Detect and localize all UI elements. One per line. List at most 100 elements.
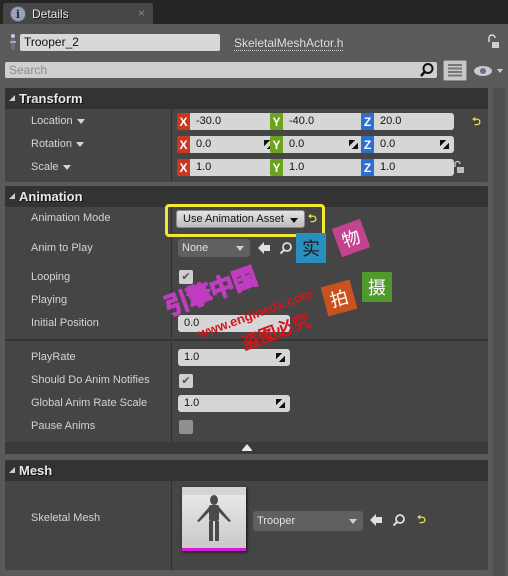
tab-title: Details <box>32 7 69 21</box>
axis-y-label: Y <box>270 159 283 176</box>
collapse-arrow-icon <box>9 192 15 199</box>
playrate-field[interactable]: 1.0 <box>178 349 290 366</box>
initial-position-label: Initial Position <box>31 317 99 329</box>
anim-to-play-value: None <box>182 242 209 254</box>
location-label[interactable]: Location <box>31 115 85 127</box>
anim-to-play-label: Anim to Play <box>31 242 93 254</box>
global-rate-value: 1.0 <box>184 397 200 409</box>
reset-to-default-icon[interactable]: ⮌ <box>417 515 428 526</box>
rotation-y-field[interactable]: 0.0 <box>283 136 363 153</box>
location-x[interactable]: X -30.0 <box>177 113 278 130</box>
anim-notifies-label: Should Do Anim Notifies <box>31 374 150 386</box>
collapse-line <box>242 450 252 451</box>
animation-title: Animation <box>19 189 83 204</box>
rotation-y-value: 0.0 <box>289 138 305 150</box>
mesh-header[interactable]: Mesh <box>5 460 488 481</box>
actor-name-input[interactable]: Trooper_2 <box>20 34 220 51</box>
rotation-label[interactable]: Rotation <box>31 138 84 150</box>
spin-icon[interactable] <box>349 140 358 149</box>
playrate-value: 1.0 <box>184 351 200 363</box>
scale-z-field[interactable]: 1.0 <box>374 159 454 176</box>
rotation-z-field[interactable]: 0.0 <box>374 136 454 153</box>
skeletal-mesh-thumbnail[interactable] <box>182 487 246 551</box>
property-matrix-button[interactable] <box>443 60 467 81</box>
trooper-figure-icon <box>197 495 231 541</box>
transform-title: Transform <box>19 91 83 106</box>
scale-lock-icon[interactable] <box>453 160 465 174</box>
search-input[interactable]: Search <box>5 62 437 78</box>
scale-x[interactable]: X 1.0 <box>177 159 278 176</box>
chevron-down-icon <box>349 519 357 524</box>
axis-x-label: X <box>177 136 190 153</box>
chevron-down-icon <box>62 164 71 170</box>
skeletal-mesh-dropdown[interactable]: Trooper <box>253 511 363 531</box>
search-icon[interactable] <box>418 62 436 78</box>
spin-icon[interactable] <box>276 353 285 362</box>
axis-y-label: Y <box>270 113 283 130</box>
scale-z[interactable]: Z 1.0 <box>361 159 454 176</box>
rotation-y[interactable]: Y 0.0 <box>270 136 363 153</box>
axis-x-label: X <box>177 159 190 176</box>
section-divider <box>5 339 488 341</box>
pause-anims-checkbox[interactable] <box>179 420 193 434</box>
rotation-z[interactable]: Z 0.0 <box>361 136 454 153</box>
spin-icon[interactable] <box>276 399 285 408</box>
watermark-tile: 实 <box>296 233 326 263</box>
tab-bar: i Details × <box>0 0 508 25</box>
rotation-row: Rotation X 0.0 Y 0.0 Z 0.0 <box>5 134 488 157</box>
anim-notifies-row: Should Do Anim Notifies <box>5 370 488 393</box>
rotation-x-value: 0.0 <box>196 138 212 150</box>
use-selected-arrow-icon[interactable] <box>257 241 271 255</box>
scale-y-field[interactable]: 1.0 <box>283 159 363 176</box>
close-icon[interactable]: × <box>138 6 145 20</box>
rotation-x[interactable]: X 0.0 <box>177 136 278 153</box>
anim-to-play-dropdown[interactable]: None <box>178 239 250 257</box>
chevron-down-icon <box>236 246 244 251</box>
skeletal-mesh-value: Trooper <box>257 515 296 527</box>
playing-row: Playing <box>5 290 488 313</box>
lock-icon[interactable] <box>486 34 500 50</box>
looping-checkbox[interactable]: ✔ <box>179 270 193 284</box>
axis-x-label: X <box>177 113 190 130</box>
location-z-field[interactable]: 20.0 <box>374 113 454 130</box>
scale-label[interactable]: Scale <box>31 161 71 173</box>
global-rate-field[interactable]: 1.0 <box>178 395 290 412</box>
axis-z-label: Z <box>361 136 374 153</box>
initial-position-field[interactable]: 0.0 <box>178 315 290 332</box>
transform-category: Transform Location X -30.0 Y -40.0 Z 20.0 ⮌… <box>5 88 488 182</box>
animation-mode-label: Animation Mode <box>31 212 111 224</box>
visibility-eye-icon[interactable] <box>472 63 506 79</box>
tab-details[interactable]: i Details × <box>3 3 153 25</box>
grid-icon <box>448 64 462 77</box>
vertical-scrollbar[interactable] <box>493 88 505 576</box>
rotation-x-field[interactable]: 0.0 <box>190 136 278 153</box>
scale-x-field[interactable]: 1.0 <box>190 159 278 176</box>
actor-name-row: Trooper_2 SkeletalMeshActor.h <box>0 32 508 52</box>
spin-icon[interactable] <box>440 140 449 149</box>
chevron-down-icon <box>76 118 85 124</box>
axis-y-label: Y <box>270 136 283 153</box>
browse-find-icon[interactable] <box>279 241 293 255</box>
advanced-collapse-bar[interactable] <box>5 442 488 454</box>
chevron-down-icon <box>75 141 84 147</box>
reset-to-default-icon[interactable]: ⮌ <box>472 117 483 128</box>
use-selected-arrow-icon[interactable] <box>369 513 383 527</box>
watermark-tile: 摄 <box>362 272 392 302</box>
scale-y[interactable]: Y 1.0 <box>270 159 363 176</box>
location-z[interactable]: Z 20.0 <box>361 113 454 130</box>
global-rate-label: Global Anim Rate Scale <box>31 397 148 409</box>
mesh-category: Mesh Skeletal Mesh <box>5 460 488 570</box>
location-y[interactable]: Y -40.0 <box>270 113 363 130</box>
anim-notifies-checkbox[interactable]: ✔ <box>179 374 193 388</box>
class-source-link[interactable]: SkeletalMeshActor.h <box>234 36 344 51</box>
scale-row: Scale X 1.0 Y 1.0 Z 1.0 <box>5 157 488 180</box>
rotation-z-value: 0.0 <box>380 138 396 150</box>
browse-find-icon[interactable] <box>392 513 406 527</box>
actor-icon <box>10 34 16 50</box>
transform-header[interactable]: Transform <box>5 88 488 109</box>
mesh-title: Mesh <box>19 463 53 478</box>
location-x-field[interactable]: -30.0 <box>190 113 278 130</box>
looping-row: Looping <box>5 267 488 290</box>
location-y-field[interactable]: -40.0 <box>283 113 363 130</box>
collapse-arrow-icon <box>9 466 15 473</box>
